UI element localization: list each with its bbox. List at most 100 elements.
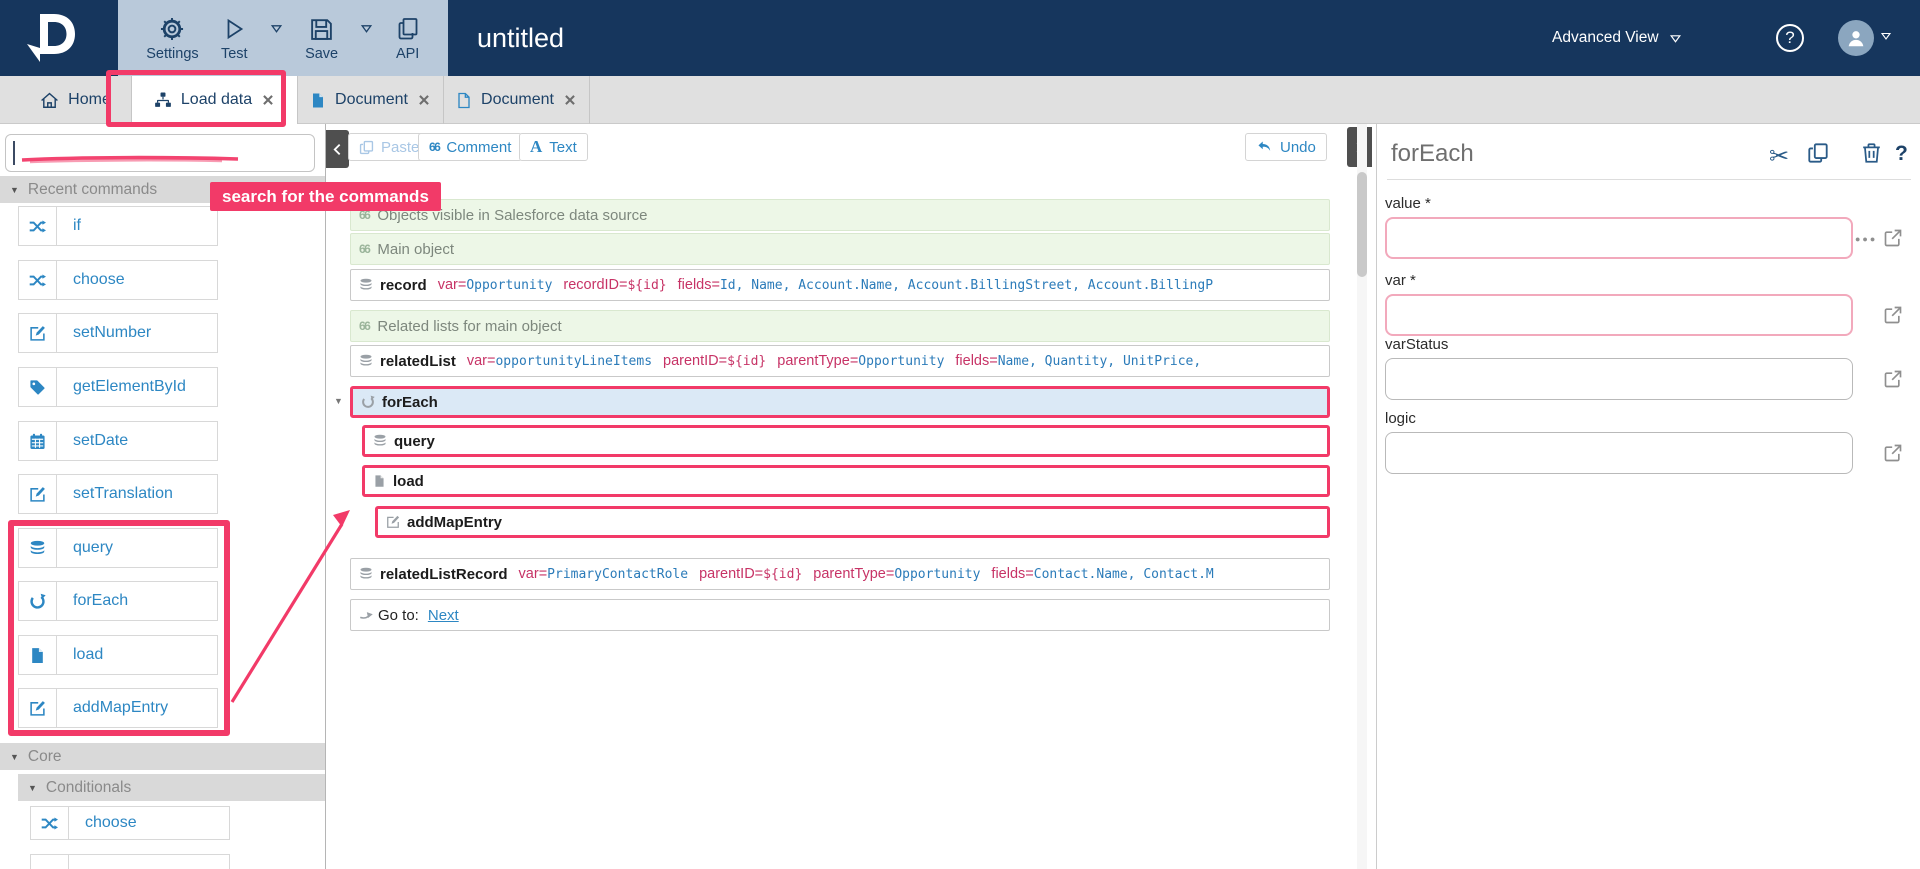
sidebar-item-load[interactable]: load xyxy=(18,635,218,675)
sidebar-item-choose[interactable]: choose xyxy=(18,260,218,300)
settings-button[interactable]: Settings xyxy=(146,14,199,62)
external-link-icon[interactable] xyxy=(1883,369,1903,389)
comment-row-objects-visible[interactable]: 66 Objects visible in Salesforce data so… xyxy=(350,199,1330,231)
attr-value: Opportunity xyxy=(894,566,981,582)
conditionals-section-header[interactable]: ▼ Conditionals xyxy=(18,774,325,801)
undo-button[interactable]: Undo xyxy=(1245,133,1327,161)
var-field-label: var * xyxy=(1385,272,1416,289)
calendar-icon xyxy=(19,422,57,460)
ellipsis-icon[interactable]: ●●● xyxy=(1855,234,1877,244)
text-button[interactable]: A Text xyxy=(519,133,588,161)
document-outline-icon xyxy=(458,92,470,108)
external-link-icon[interactable] xyxy=(1883,228,1903,248)
attr-name: parentType= xyxy=(813,566,895,582)
sidebar-item-label: choose xyxy=(85,814,137,831)
save-dropdown-caret[interactable] xyxy=(360,22,373,35)
sidebar-item-setnumber[interactable]: setNumber xyxy=(18,313,218,353)
command-row-addmapentry[interactable]: addMapEntry xyxy=(375,506,1330,538)
attr-name: var= xyxy=(466,353,496,369)
editor-scrollbar-thumb[interactable] xyxy=(1357,172,1367,277)
tab-document-2[interactable]: Document xyxy=(444,76,590,124)
command-row-load[interactable]: load xyxy=(362,465,1330,497)
varstatus-field-input[interactable] xyxy=(1385,358,1853,400)
test-dropdown-caret[interactable] xyxy=(270,22,283,35)
trash-icon[interactable] xyxy=(1861,142,1882,164)
tab-home-label: Home xyxy=(68,91,111,108)
sidebar-item-settranslation[interactable]: setTranslation xyxy=(18,474,218,514)
advanced-view-selector[interactable]: Advanced View xyxy=(1552,0,1682,76)
tab-bar: Home Load data Document Document xyxy=(0,76,1920,124)
value-field-input[interactable] xyxy=(1385,217,1853,259)
pages-icon xyxy=(396,14,420,44)
app-window: Settings Test Save API untitled Advanced… xyxy=(0,0,1920,869)
search-input[interactable] xyxy=(5,134,315,172)
sidebar-item-label: load xyxy=(73,646,104,663)
api-button[interactable]: API xyxy=(396,14,420,62)
close-icon[interactable] xyxy=(563,93,577,107)
collapse-sidebar-button[interactable] xyxy=(326,130,349,168)
collapse-triangle-icon[interactable]: ▼ xyxy=(334,396,343,406)
logo-d-icon xyxy=(27,14,75,62)
command-name: relatedListRecord xyxy=(380,565,508,583)
tab-load-data[interactable]: Load data xyxy=(132,76,298,124)
command-name: query xyxy=(394,432,435,450)
command-name: addMapEntry xyxy=(407,513,503,531)
sidebar-item-choose-core[interactable]: choose xyxy=(30,806,230,840)
comment-row-related-lists[interactable]: 66 Related lists for main object xyxy=(350,310,1330,342)
logic-field-input[interactable] xyxy=(1385,432,1853,474)
top-bar: Settings Test Save API untitled Advanced… xyxy=(0,0,1920,76)
command-row-relatedlist[interactable]: relatedList var= opportunityLineItems par… xyxy=(350,345,1330,377)
tab-home[interactable]: Home xyxy=(20,76,132,124)
avatar[interactable] xyxy=(1838,20,1874,56)
comment-row-main-object[interactable]: 66 Main object xyxy=(350,233,1330,265)
gear-icon xyxy=(159,14,185,44)
edit-icon xyxy=(386,515,400,529)
avatar-dropdown-caret[interactable] xyxy=(1880,30,1892,42)
quote-icon: 66 xyxy=(359,242,371,256)
command-row-relatedlistrecord[interactable]: relatedListRecord var= PrimaryContactRole… xyxy=(350,558,1330,590)
app-logo xyxy=(22,8,88,68)
command-row-foreach-selected[interactable]: forEach xyxy=(350,386,1330,418)
sidebar-item-setdate[interactable]: setDate xyxy=(18,421,218,461)
sidebar-item-if[interactable]: if xyxy=(18,206,218,246)
divider xyxy=(1387,179,1911,180)
sidebar-item-getelementbyid[interactable]: getElementById xyxy=(18,367,218,407)
sidebar-item-partial[interactable] xyxy=(30,854,230,869)
comment-button[interactable]: 66 Comment xyxy=(418,133,523,161)
close-icon[interactable] xyxy=(261,93,275,107)
help-icon[interactable]: ? xyxy=(1895,142,1908,166)
attr-name: var= xyxy=(518,566,548,582)
person-icon xyxy=(1848,31,1864,47)
sidebar-item-addmapentry[interactable]: addMapEntry xyxy=(18,688,218,728)
save-button[interactable]: Save xyxy=(305,14,338,62)
copy-icon[interactable] xyxy=(1807,142,1829,164)
edit-icon xyxy=(19,314,57,352)
tab-document-1[interactable]: Document xyxy=(298,76,444,124)
test-button[interactable]: Test xyxy=(221,14,248,62)
cut-icon[interactable]: ✂ xyxy=(1769,142,1789,171)
external-link-icon[interactable] xyxy=(1883,305,1903,325)
goto-next-link[interactable]: Next xyxy=(428,607,459,624)
attr-name: var= xyxy=(437,277,467,293)
close-icon[interactable] xyxy=(417,93,431,107)
goto-row[interactable]: Go to: Next xyxy=(350,599,1330,631)
sidebar-item-label: forEach xyxy=(73,592,129,609)
var-field-input[interactable] xyxy=(1385,294,1853,336)
recent-commands-label: Recent commands xyxy=(27,180,158,198)
command-row-query[interactable]: query xyxy=(362,425,1330,457)
collapse-triangle-icon: ▼ xyxy=(28,782,37,793)
sidebar-item-query[interactable]: query xyxy=(18,528,218,568)
core-section-header[interactable]: ▼ Core xyxy=(0,743,325,770)
sidebar-item-foreach[interactable]: forEach xyxy=(18,581,218,621)
external-link-icon[interactable] xyxy=(1883,443,1903,463)
command-row-record[interactable]: record var= Opportunity recordID= ${id} fi… xyxy=(350,269,1330,301)
paste-icon xyxy=(359,140,374,154)
varstatus-field-label: varStatus xyxy=(1385,336,1449,353)
attr-name: parentType= xyxy=(777,353,859,369)
file-icon xyxy=(373,474,386,488)
document-title: untitled xyxy=(477,23,565,53)
panel-title: forEach xyxy=(1391,140,1474,167)
home-icon xyxy=(41,92,59,108)
help-button[interactable]: ? xyxy=(1776,24,1804,52)
attr-name: fields= xyxy=(955,353,998,369)
